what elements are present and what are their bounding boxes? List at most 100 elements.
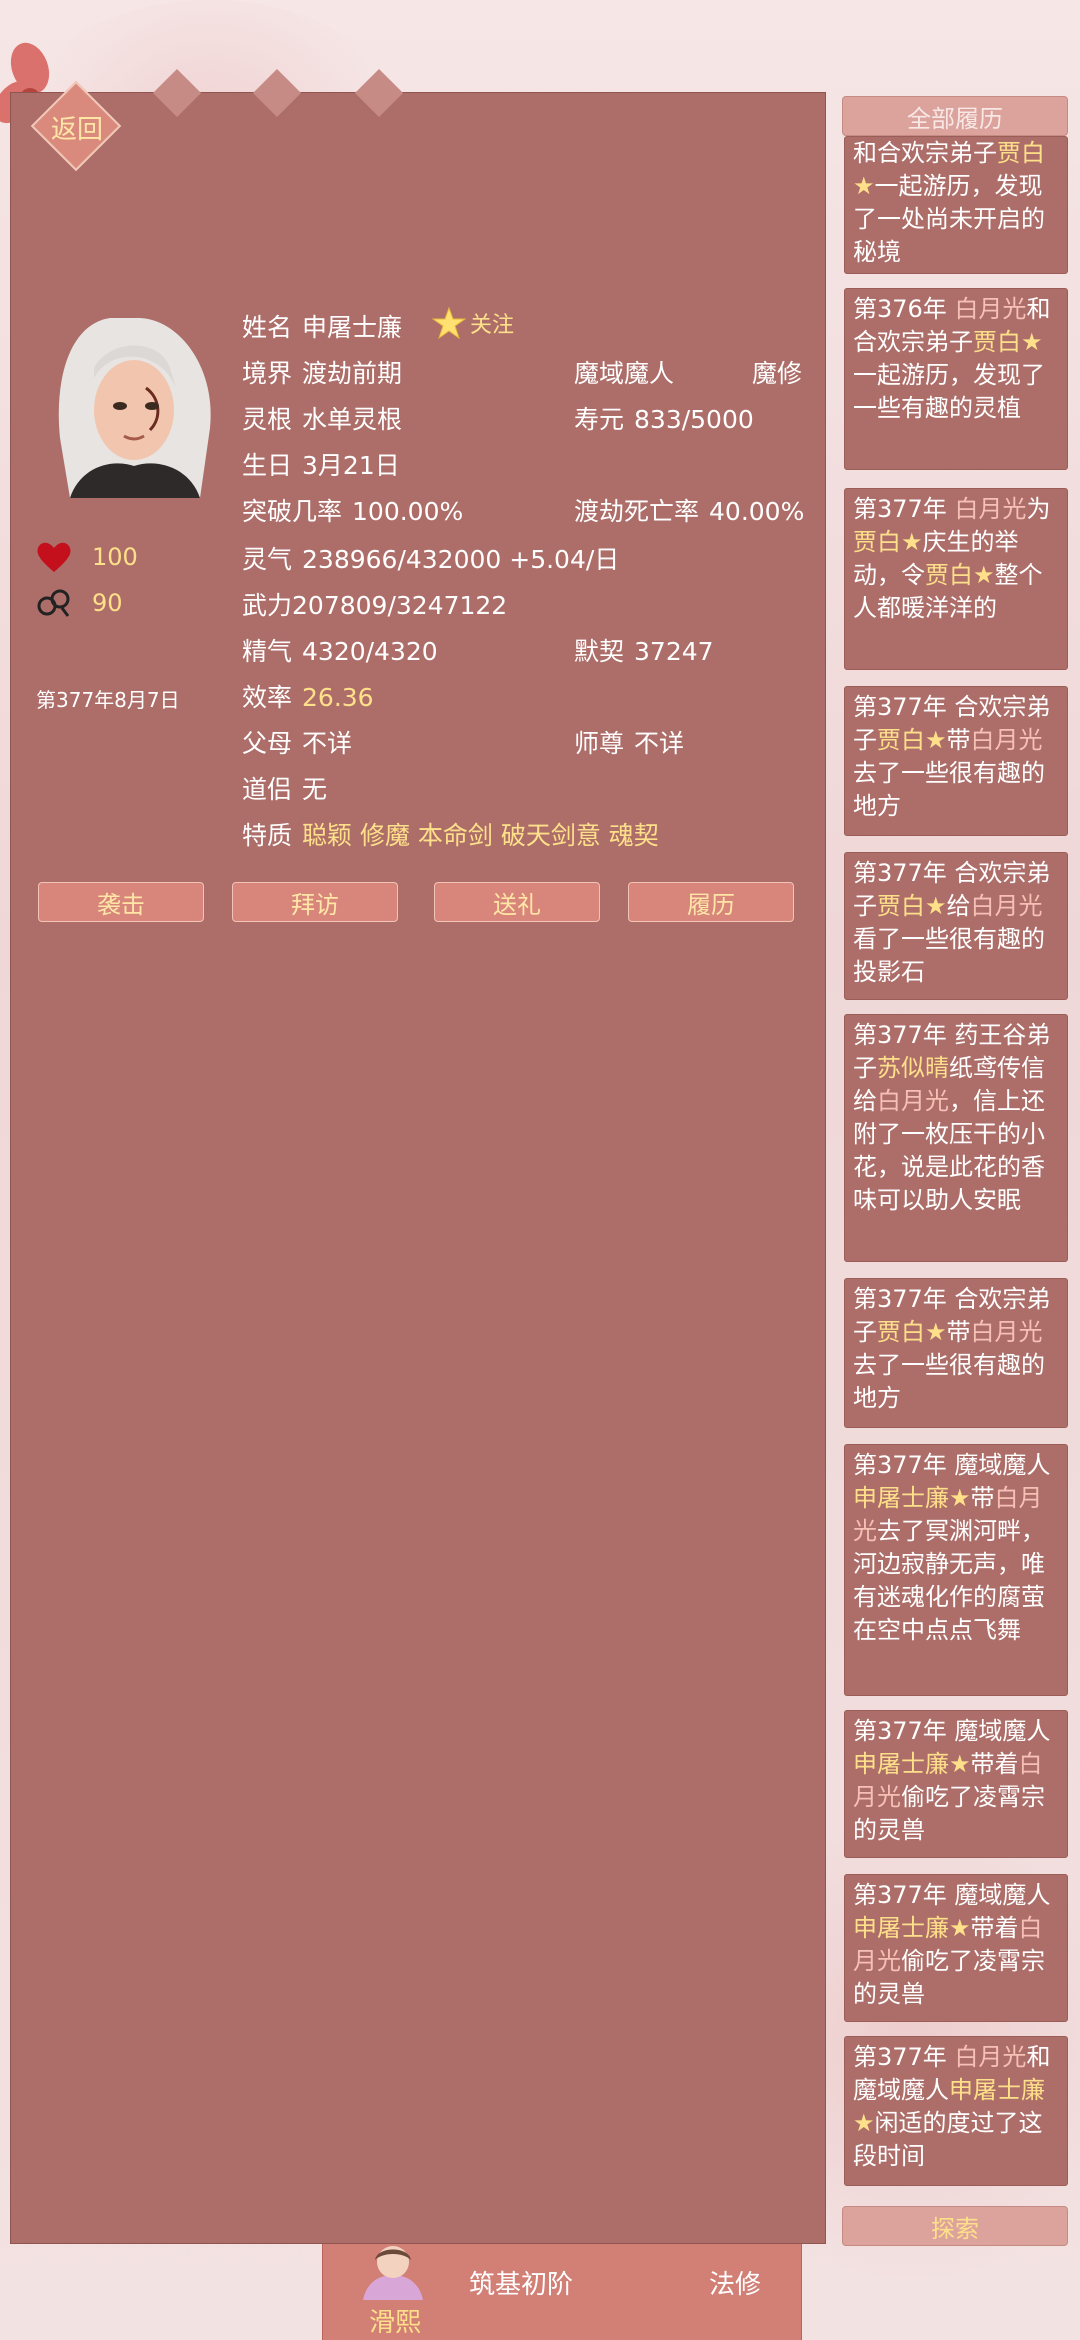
bottom-cultivation-type: 法修 (709, 2270, 762, 2300)
efficiency-label: 效率 (242, 683, 293, 712)
back-label: 返回 (50, 114, 103, 145)
breakthrough-row: 突破几率 100.00% (242, 492, 463, 528)
history-log-segment: 去了冥渊河畔，河边寂静无声，唯有迷魂化作的腐萤在空中点点飞舞 (853, 1517, 1045, 1644)
relation-stat: 90 (36, 586, 123, 620)
tribulation-value: 40.00% (709, 497, 805, 526)
essence-value: 4320/4320 (302, 637, 438, 666)
root-value: 水单灵根 (302, 405, 403, 434)
history-log-segment: 申屠士廉★ (853, 1484, 971, 1512)
history-log-segment: 申屠士廉★ (853, 1914, 971, 1942)
partner-row: 道侣无 (242, 770, 327, 806)
history-log-segment: 贾白★ (853, 528, 923, 556)
character-avatar (58, 318, 211, 498)
follow-label: 关注 (470, 313, 515, 338)
history-log-segment: 白月光 (954, 295, 1027, 323)
name-label: 姓名 (242, 313, 293, 342)
parents-label: 父母 (242, 729, 293, 758)
bottom-realm: 筑基初阶 (469, 2270, 574, 2300)
history-log-segment: 贾白★ (877, 726, 947, 754)
lifespan-row: 寿元 833/5000 (574, 400, 754, 436)
history-log-segment: 贾白★ (877, 892, 947, 920)
qi-row: 灵气 238966/432000 +5.04/日 (242, 540, 619, 576)
history-log-segment: 第377年 魔域魔人 (853, 1451, 1051, 1479)
bottom-avatar (363, 2246, 423, 2300)
history-log-segment: 看了一些很有趣的投影石 (853, 925, 1045, 986)
relation-value: 90 (92, 589, 123, 617)
explore-button[interactable]: 探索 (842, 2206, 1068, 2246)
power-value: 207809/3247122 (292, 591, 508, 620)
history-log-entry: 第376年 白月光和合欢宗弟子贾白★一起游历，发现了一些有趣的灵植 (844, 288, 1068, 470)
efficiency-row: 效率 26.36 (242, 678, 374, 714)
qi-value: 238966/432000 +5.04/日 (302, 545, 620, 574)
realm-label: 境界 (242, 359, 293, 388)
master-label: 师尊 (574, 729, 625, 758)
traits-value: 聪颖 修魔 本命剑 破天剑意 魂契 (302, 821, 659, 850)
lifespan-value: 833/5000 (634, 405, 754, 434)
history-log-segment: 带 (970, 1484, 995, 1512)
current-date: 第377年8月7日 (36, 688, 180, 712)
tribulation-label: 渡劫死亡率 (574, 497, 700, 526)
bond-knot-icon (37, 589, 70, 617)
history-log-entry: 第377年 魔域魔人申屠士廉★带白月光去了冥渊河畔，河边寂静无声，唯有迷魂化作的… (844, 1444, 1068, 1696)
history-log-segment: 一起游历，发现了一处尚未开启的秘境 (853, 172, 1045, 266)
history-log-segment: 白月光 (877, 1087, 949, 1115)
history-log-segment: 第377年 魔域魔人 (853, 1881, 1051, 1909)
visit-button[interactable]: 拜访 (232, 882, 398, 922)
favor-stat: 100 (36, 540, 138, 574)
cultivation-type-value: 魔修 (752, 359, 803, 388)
history-log-segment: 贾白★ (925, 561, 995, 589)
gift-button[interactable]: 送礼 (434, 882, 600, 922)
character-name: 申屠士廉 (302, 313, 403, 342)
heart-icon (37, 542, 71, 572)
history-log-segment: 白月光 (970, 1318, 1043, 1346)
history-log-segment: 为 (1026, 495, 1051, 523)
lifespan-label: 寿元 (574, 405, 625, 434)
history-log-segment: 和合欢宗弟子 (853, 139, 997, 167)
history-log-segment: 去了一些很有趣的地方 (853, 1351, 1045, 1412)
rapport-label: 默契 (574, 637, 625, 666)
qi-label: 灵气 (242, 545, 293, 574)
history-button[interactable]: 履历 (628, 882, 794, 922)
back-button[interactable]: 返回 (30, 80, 122, 172)
master-row: 师尊 不详 (574, 724, 684, 760)
realm-value: 渡劫前期 (302, 359, 403, 388)
attack-button[interactable]: 袭击 (38, 882, 204, 922)
history-log-segment: 白月光 (954, 495, 1027, 523)
history-log-segment: 白月光 (970, 892, 1043, 920)
traits-row: 特质 聪颖 修魔 本命剑 破天剑意 魂契 (242, 816, 659, 852)
history-log-entry: 和合欢宗弟子贾白★一起游历，发现了一处尚未开启的秘境 (844, 136, 1068, 274)
history-log-segment: 一起游历，发现了一些有趣的灵植 (853, 361, 1045, 422)
favor-value: 100 (92, 543, 138, 571)
history-log-segment: 申屠士廉★ (853, 1750, 971, 1778)
efficiency-value: 26.36 (302, 683, 374, 712)
history-log-segment: 给 (946, 892, 971, 920)
follow-button[interactable]: 关注 (432, 306, 514, 340)
breakthrough-label: 突破几率 (242, 497, 343, 526)
history-log-segment: 第376年 (853, 295, 955, 323)
partner-label: 道侣 (242, 775, 293, 804)
traits-label: 特质 (242, 821, 293, 850)
history-log-entry: 第377年 合欢宗弟子贾白★给白月光看了一些很有趣的投影石 (844, 852, 1068, 1000)
power-label: 武力 (242, 591, 293, 620)
history-log-entry: 第377年 合欢宗弟子贾白★带白月光去了一些很有趣的地方 (844, 686, 1068, 836)
birthday-value: 3月21日 (302, 451, 400, 480)
rapport-value: 37247 (634, 637, 714, 666)
history-log-entry: 第377年 药王谷弟子苏似晴纸鸢传信给白月光，信上还附了一枚压干的小花，说是此花… (844, 1014, 1068, 1262)
history-log-entry: 第377年 白月光和魔域魔人申屠士廉★闲适的度过了这段时间 (844, 2036, 1068, 2186)
history-log-segment: 带着 (970, 1750, 1019, 1778)
history-log-entry: 第377年 魔域魔人申屠士廉★带着白月光偷吃了凌霄宗的灵兽 (844, 1710, 1068, 1858)
bottom-name: 滑熙 (369, 2308, 422, 2338)
essence-row: 精气 4320/4320 (242, 632, 438, 668)
history-log-segment: 第377年 魔域魔人 (853, 1717, 1051, 1745)
all-history-button[interactable]: 全部履历 (842, 96, 1068, 136)
parents-value: 不详 (302, 729, 353, 758)
realm-row: 境界 渡劫前期 (242, 354, 402, 390)
birthday-row: 生日 3月21日 (242, 446, 400, 482)
name-row: 姓名 申屠士廉 (242, 308, 402, 344)
master-value: 不详 (634, 729, 685, 758)
bottom-character-card[interactable]: 筑基初阶 法修 滑熙 (322, 2244, 802, 2340)
parents-row: 父母 不详 (242, 724, 352, 760)
history-log-segment: 去了一些很有趣的地方 (853, 759, 1045, 820)
star-icon (432, 306, 466, 340)
history-log-segment: 带着 (970, 1914, 1019, 1942)
